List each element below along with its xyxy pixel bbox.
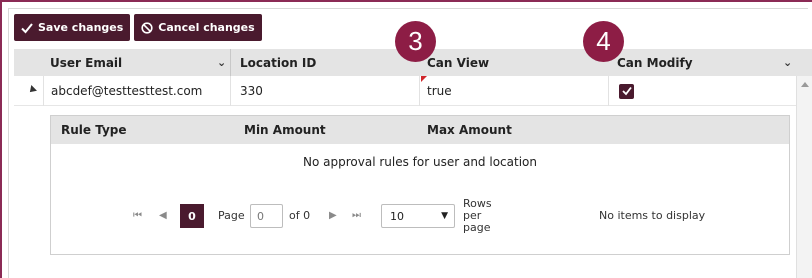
table-row[interactable]: abcdef@testtesttest.com 330 true [14, 76, 812, 106]
first-page-icon[interactable]: ⏮ [133, 210, 142, 221]
page-number-input[interactable]: 0 [250, 204, 283, 228]
column-header-user-email[interactable]: User Email [50, 49, 122, 76]
column-header-min-amount[interactable]: Min Amount [244, 116, 326, 144]
cancel-changes-label: Cancel changes [158, 21, 255, 34]
column-header-label: Can Modify [617, 55, 693, 70]
page-label: Page [218, 209, 245, 222]
save-changes-label: Save changes [38, 21, 124, 34]
save-changes-button[interactable]: Save changes [14, 14, 131, 41]
rows-per-page-select[interactable]: 10 ▼ [381, 204, 455, 228]
chevron-down-icon[interactable]: ⌄ [783, 56, 792, 69]
column-divider [419, 76, 420, 106]
grid-toolbar: Save changes Cancel changes [14, 14, 262, 41]
detail-grid-header: Rule Type Min Amount Max Amount [51, 116, 789, 144]
rows-per-page-label: Rows per page [463, 198, 492, 234]
vertical-scrollbar[interactable] [796, 76, 812, 278]
column-header-label: User Email [50, 55, 123, 70]
last-page-icon[interactable]: ⏭ [352, 210, 361, 221]
checkmark-icon [621, 86, 632, 96]
window-frame-top [0, 0, 812, 2]
empty-message: No approval rules for user and location [303, 155, 537, 169]
column-header-can-modify[interactable]: Can Modify [617, 49, 693, 76]
chevron-down-icon[interactable]: ⌄ [217, 56, 226, 69]
rows-per-page-value: 10 [390, 209, 404, 223]
current-page-button[interactable]: 0 [180, 204, 204, 228]
cell-can-view[interactable]: true [427, 76, 452, 106]
can-modify-checkbox[interactable] [619, 83, 634, 99]
column-divider [230, 76, 231, 106]
annotation-badge-3: 3 [395, 21, 436, 62]
expand-row-icon[interactable] [27, 85, 37, 95]
detail-grid: Rule Type Min Amount Max Amount No appro… [50, 115, 790, 255]
cancel-icon [141, 21, 153, 34]
cell-user-email[interactable]: abcdef@testtesttest.com [51, 76, 202, 106]
column-header-can-view[interactable]: Can View [427, 49, 489, 76]
annotation-badge-4: 4 [583, 21, 624, 62]
cancel-changes-button[interactable]: Cancel changes [134, 14, 262, 41]
previous-page-icon[interactable]: ◀ [159, 210, 167, 221]
pager: ⏮ ◀ 0 Page 0 of 0 ▶ ⏭ 10 ▼ Rows per page… [51, 196, 789, 246]
column-header-label: Location ID [240, 55, 317, 70]
column-divider [230, 49, 231, 76]
window-frame-left [0, 0, 2, 278]
column-divider [608, 76, 609, 106]
caret-down-icon: ▼ [441, 211, 448, 221]
dirty-cell-indicator [421, 76, 427, 82]
page-count-label: of 0 [289, 209, 311, 222]
scroll-up-arrow-icon[interactable] [801, 82, 809, 87]
column-divider [43, 76, 44, 106]
next-page-icon[interactable]: ▶ [329, 210, 337, 221]
cell-location-id[interactable]: 330 [240, 76, 263, 106]
column-header-label: Can View [427, 55, 490, 70]
column-header-rule-type[interactable]: Rule Type [61, 116, 127, 144]
rows-label-line: page [463, 221, 491, 234]
column-header-location-id[interactable]: Location ID [240, 49, 316, 76]
cell-can-modify[interactable] [619, 76, 634, 106]
column-header-max-amount[interactable]: Max Amount [427, 116, 512, 144]
pager-status: No items to display [599, 209, 706, 222]
checkmark-icon [21, 22, 33, 33]
